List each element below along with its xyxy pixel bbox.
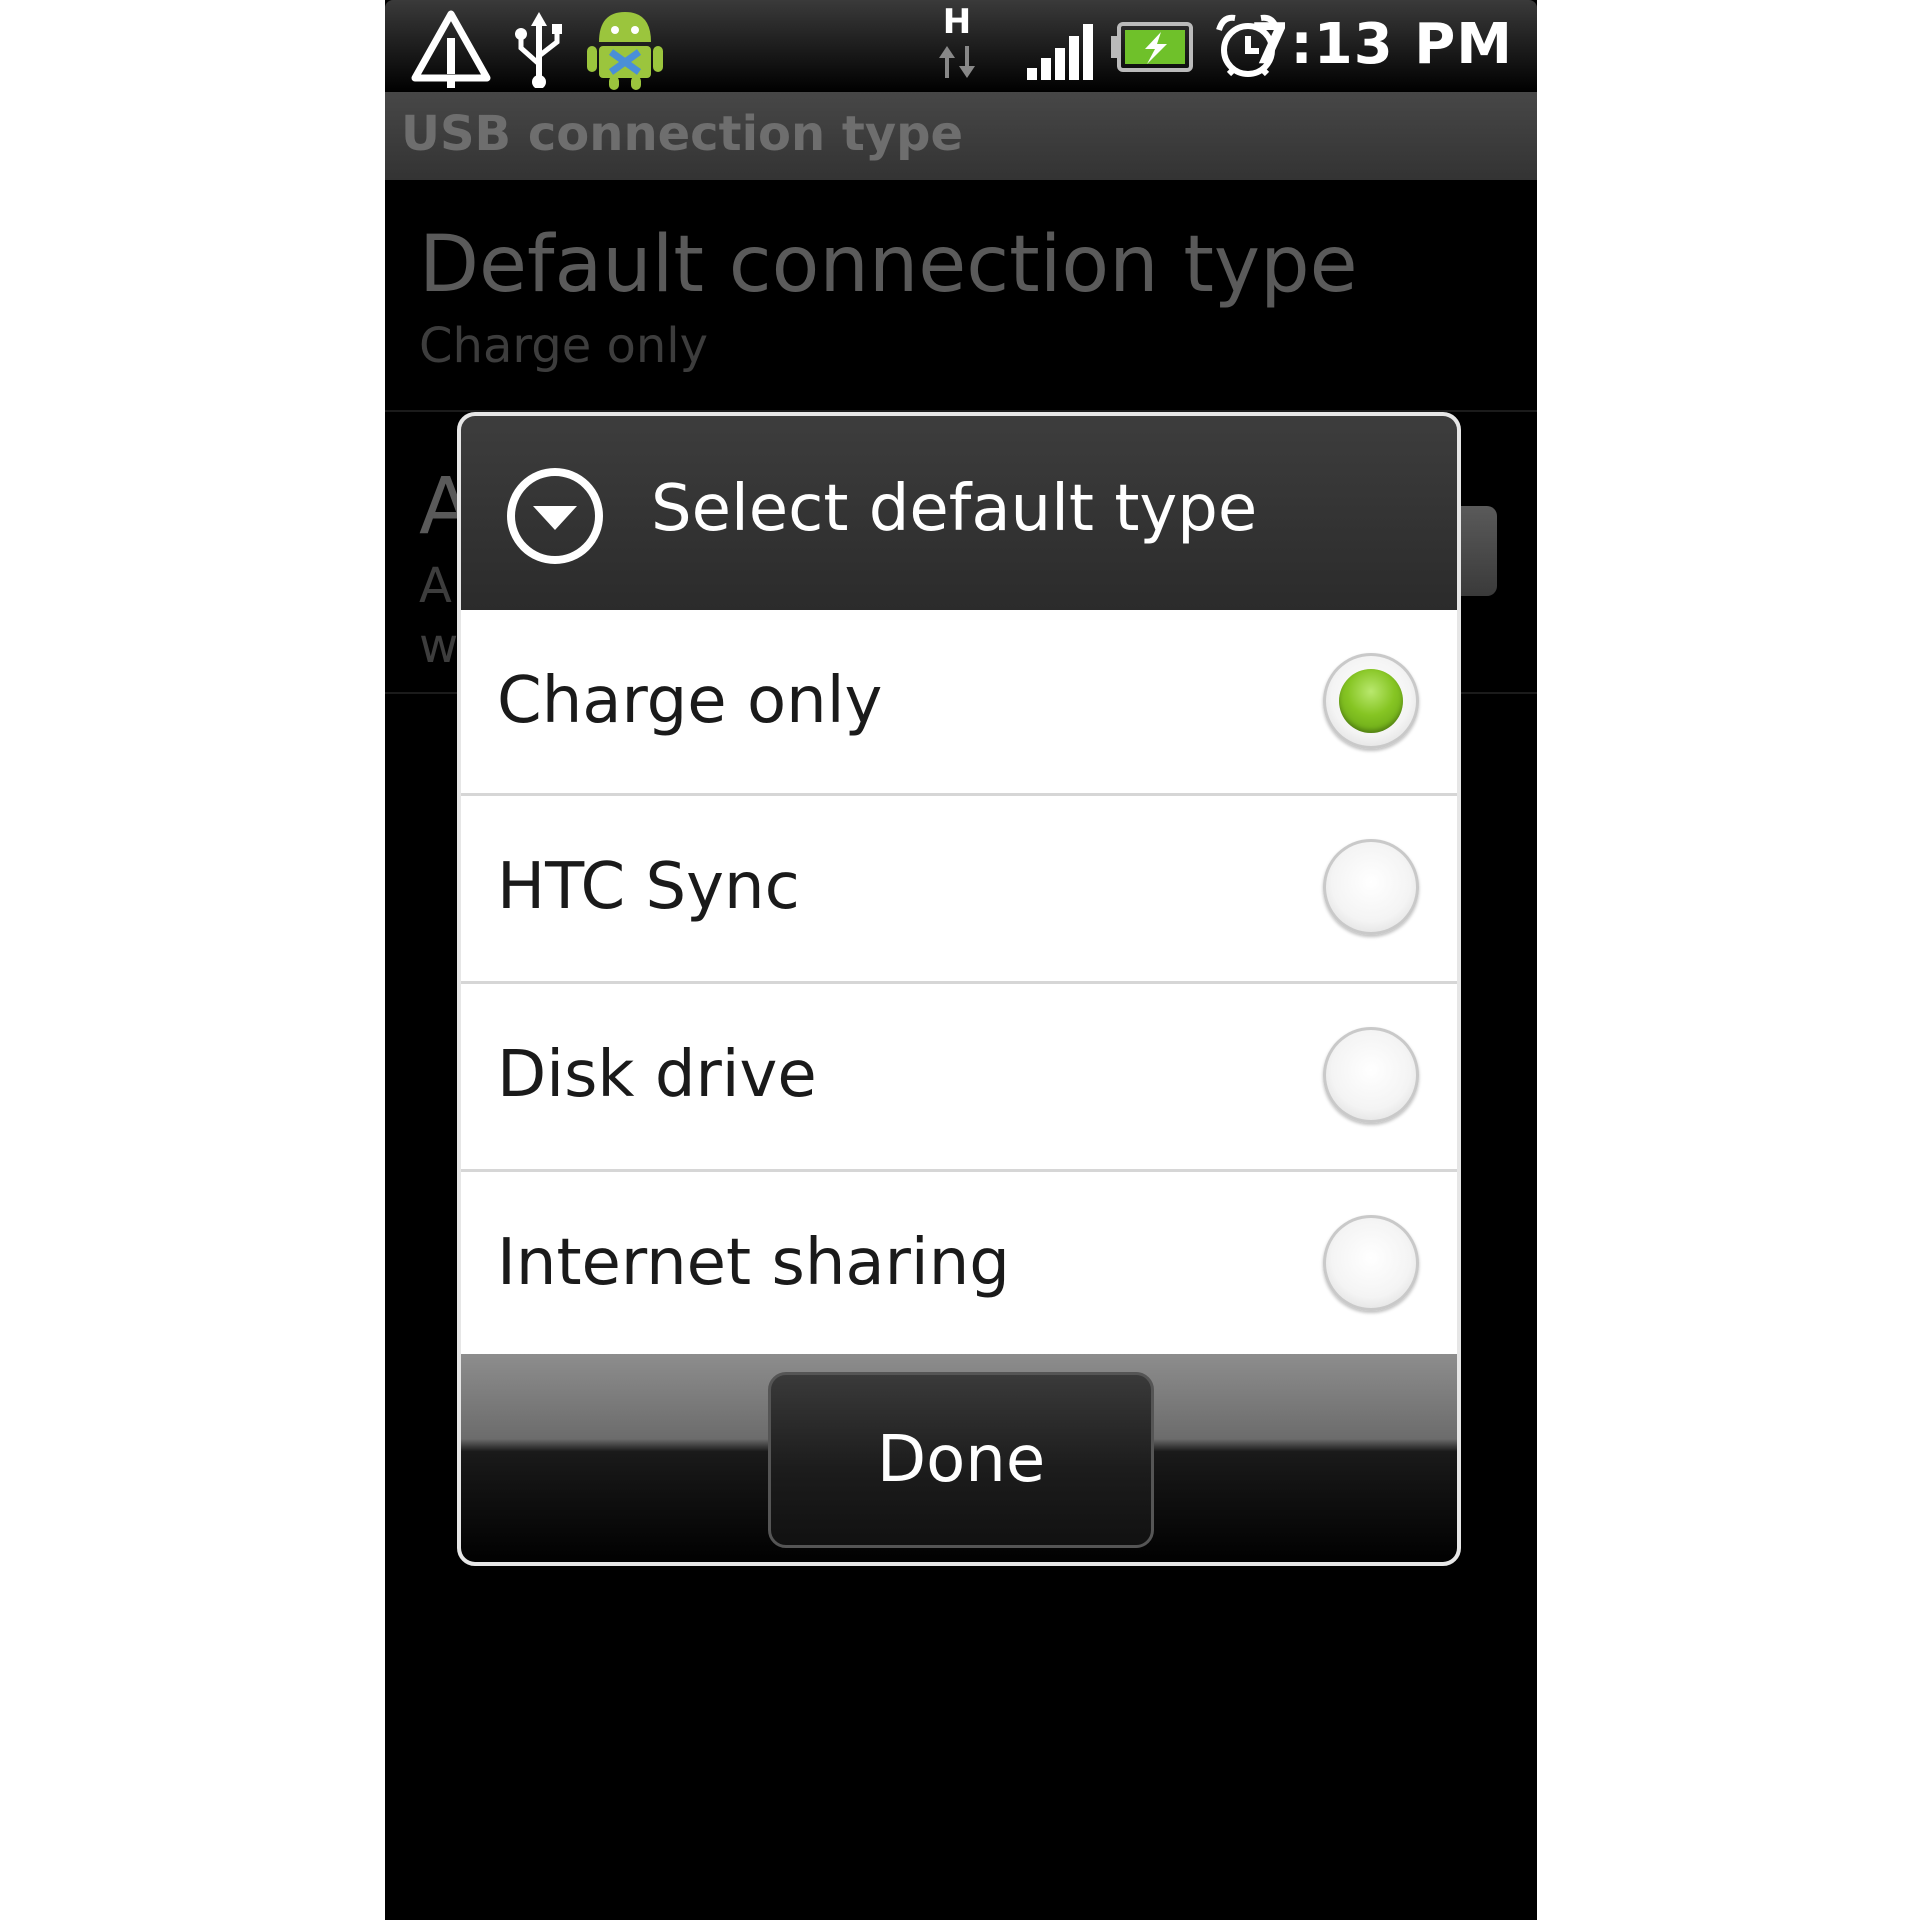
select-default-type-dialog: Select default type Charge only HTC Sync… — [457, 412, 1461, 1566]
option-internet-sharing[interactable]: Internet sharing — [461, 1172, 1457, 1354]
battery-charging-icon — [1111, 22, 1193, 72]
default-connection-type-pref[interactable]: Default connection type Charge only — [385, 180, 1537, 412]
signal-icon — [1027, 24, 1093, 80]
status-bar: H 7:13 PM — [385, 0, 1537, 92]
network-type-label: H — [942, 2, 972, 42]
network-activity-icon: H — [937, 4, 977, 88]
phone-screen: H 7:13 PM USB connection type Default co… — [385, 0, 1537, 1920]
option-charge-only[interactable]: Charge only — [461, 610, 1457, 796]
pref-summary: A w — [419, 558, 459, 674]
screen-header: USB connection type — [385, 92, 1537, 180]
warning-icon — [411, 10, 491, 88]
screen-title: USB connection type — [401, 106, 964, 162]
radio-button[interactable] — [1323, 1027, 1419, 1123]
done-button[interactable]: Done — [768, 1372, 1154, 1548]
dropdown-circle-icon — [507, 468, 603, 564]
radio-button[interactable] — [1323, 839, 1419, 935]
dialog-title: Select default type — [651, 472, 1258, 546]
option-label: HTC Sync — [497, 850, 800, 924]
dialog-header: Select default type — [461, 416, 1457, 610]
radio-button[interactable] — [1323, 1215, 1419, 1311]
pref-title: Default connection type — [419, 220, 1358, 310]
pref-summary: Charge only — [419, 318, 709, 374]
option-disk-drive[interactable]: Disk drive — [461, 984, 1457, 1172]
dialog-footer: Done — [461, 1354, 1457, 1562]
option-htc-sync[interactable]: HTC Sync — [461, 796, 1457, 984]
status-clock: 7:13 PM — [1250, 12, 1513, 77]
android-debug-icon — [587, 12, 663, 90]
usb-icon — [515, 12, 562, 88]
option-label: Disk drive — [497, 1038, 817, 1112]
option-label: Internet sharing — [497, 1226, 1010, 1300]
option-label: Charge only — [497, 664, 883, 738]
radio-selected-dot — [1339, 669, 1403, 733]
radio-button-selected[interactable] — [1323, 653, 1419, 749]
